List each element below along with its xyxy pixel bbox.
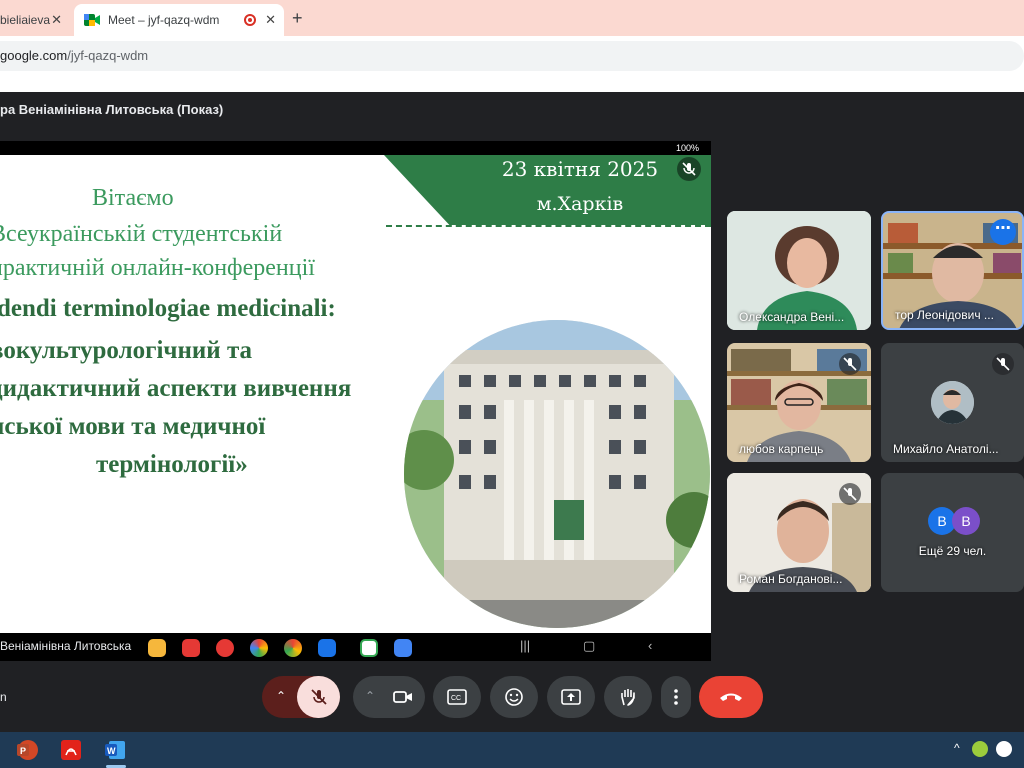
hand-icon (621, 689, 635, 706)
app-contacts-icon (216, 639, 234, 657)
google-meet-icon (84, 13, 100, 27)
close-tab-icon[interactable]: ✕ (265, 12, 276, 28)
url-path: /jyf-qazq-wdm (67, 48, 149, 63)
more-options-icon[interactable]: ⋯ (990, 219, 1016, 245)
slide-line: Всеукраїнській студентській (0, 221, 283, 247)
participant-name: тор Леонідович ... (895, 308, 994, 322)
participant-name: Олександра Вені... (739, 310, 845, 324)
shared-screen: 100% 23 квітня 2025 м.Харків Вітаємо Все… (0, 141, 711, 661)
emoji-icon (505, 688, 523, 706)
pdf-reader-icon[interactable] (60, 739, 82, 761)
svg-text:P: P (20, 746, 26, 756)
participant-tile[interactable]: Михайло Анатолі... (881, 343, 1024, 462)
participant-tile[interactable]: любов карпець (727, 343, 871, 462)
participant-name: Роман Богданові... (739, 572, 843, 586)
phone-status-bar: 100% (0, 141, 711, 155)
app-photos-icon (250, 639, 268, 657)
address-bar-area: google.com/jyf-qazq-wdm (0, 36, 1024, 76)
mic-muted-icon (839, 353, 861, 375)
tab-label: Meet – jyf-qazq-wdm (108, 13, 220, 27)
app-calendar-icon (318, 639, 336, 657)
app-chrome-icon (284, 639, 302, 657)
tab-label: bieliaieva (0, 13, 51, 27)
more-options-button[interactable] (661, 676, 691, 718)
slide-line: ldendi terminologiae medicinali: (0, 295, 336, 322)
slide-line: нської мови та медичної (0, 413, 266, 440)
windows-taskbar: P W ^ (0, 732, 1024, 768)
slide-city: м.Харків (536, 193, 624, 215)
participant-tile[interactable]: Олександра Вені... (727, 211, 871, 330)
powerpoint-icon[interactable]: P (16, 739, 38, 761)
app-docs-icon (394, 639, 412, 657)
word-icon[interactable]: W (104, 739, 126, 761)
mic-muted-icon (677, 157, 701, 181)
avatar (931, 381, 974, 424)
end-call-icon (720, 693, 742, 701)
mic-off-icon (310, 689, 327, 705)
camera-button[interactable]: ⌃ (353, 676, 425, 718)
tab-meet[interactable]: Meet – jyf-qazq-wdm ✕ (74, 4, 284, 36)
end-call-button[interactable] (699, 676, 763, 718)
back-icon: ‹ (648, 638, 653, 653)
captions-icon: CC (447, 689, 467, 705)
mic-muted-icon (839, 483, 861, 505)
battery-percent: 100% (675, 143, 699, 153)
meeting-label: n (0, 690, 7, 704)
recent-apps-icon: ||| (520, 638, 531, 653)
slide-line: вокультурологічний та (0, 337, 253, 364)
participant-tile-speaking[interactable]: ⋯ тор Леонідович ... (881, 211, 1024, 330)
university-building-image (404, 320, 710, 628)
more-participants-label: Ещё 29 чел. (918, 544, 987, 558)
chevron-up-icon: ⌃ (276, 689, 287, 703)
chevron-up-icon: ⌃ (365, 689, 376, 703)
slide: 23 квітня 2025 м.Харків Вітаємо Всеукраї… (0, 155, 711, 633)
present-button[interactable] (547, 676, 595, 718)
tray-info-icon[interactable] (996, 741, 1012, 757)
participant-name: Михайло Анатолі... (893, 442, 999, 456)
page-top-strip (0, 76, 1024, 92)
url-field[interactable]: google.com/jyf-qazq-wdm (0, 41, 1024, 71)
close-tab-icon[interactable]: ✕ (51, 12, 62, 28)
slide-date: 23 квітня 2025 (501, 157, 659, 181)
present-screen-icon (561, 689, 581, 705)
tray-app-icon[interactable] (972, 741, 988, 757)
more-participants-tile[interactable]: В В Ещё 29 чел. (881, 473, 1024, 592)
browser-tab-bar: bieliaieva ✕ Meet – jyf-qazq-wdm ✕ + (0, 0, 1024, 36)
tab-bieliaieva[interactable]: bieliaieva ✕ (0, 4, 72, 36)
presenter-title: ра Веніамінівна Литовська (Показ) (0, 92, 1024, 128)
reactions-button[interactable] (490, 676, 538, 718)
raise-hand-button[interactable] (604, 676, 652, 718)
slide-line: Вітаємо (92, 185, 174, 211)
mic-muted-icon (992, 353, 1014, 375)
chevron-up-icon[interactable]: ^ (954, 741, 960, 755)
camera-icon (393, 691, 412, 703)
url-domain: google.com (0, 48, 68, 63)
app-meet-icon (360, 639, 378, 657)
slide-line: дидактичний аспекти вивчення (0, 375, 352, 402)
app-flipboard-icon (182, 639, 200, 657)
mic-toggle-button[interactable] (297, 676, 340, 718)
slide-line: термінології» (96, 451, 248, 478)
svg-text:CC: CC (451, 695, 461, 702)
new-tab-button[interactable]: + (292, 8, 303, 29)
participant-tile[interactable]: Роман Богданові... (727, 473, 871, 592)
more-vert-icon (674, 689, 678, 705)
svg-text:W: W (107, 746, 116, 756)
slide-line: практичній онлайн-конференції (0, 255, 315, 281)
app-folder-icon (148, 639, 166, 657)
avatar: В (952, 507, 980, 535)
home-icon: ▢ (583, 638, 596, 653)
audio-options-button[interactable]: ⌃ (262, 676, 340, 718)
recording-icon (244, 14, 256, 26)
meeting-controls: n ⌃ ⌃ CC (0, 670, 1024, 728)
android-navbar: Веніамінівна Литовська ||| ▢ ‹ (0, 633, 711, 661)
participant-name: любов карпець (739, 442, 824, 456)
captions-button[interactable]: CC (433, 676, 481, 718)
android-presenter-name: Веніамінівна Литовська (0, 639, 132, 653)
